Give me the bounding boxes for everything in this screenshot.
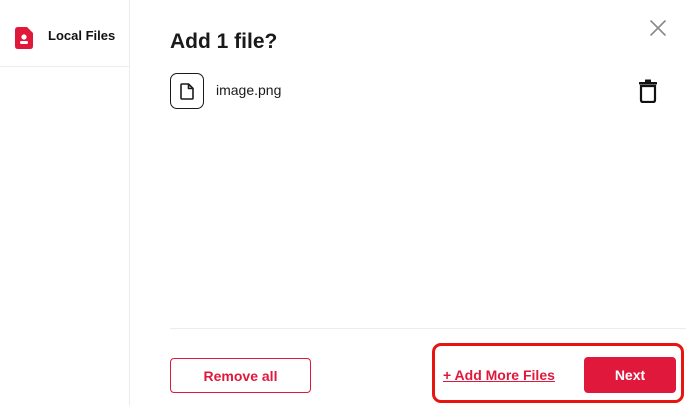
sidebar-item-local-files[interactable]: Local Files: [0, 0, 130, 67]
file-list-item: image.png: [170, 73, 660, 111]
close-icon[interactable]: [648, 18, 668, 38]
footer-divider: [170, 328, 686, 329]
remove-all-button[interactable]: Remove all: [170, 358, 311, 393]
file-icon: [170, 73, 204, 109]
file-name: image.png: [216, 82, 282, 98]
add-more-files-link[interactable]: + Add More Files: [443, 367, 555, 383]
trash-icon[interactable]: [638, 79, 658, 104]
sidebar: Local Files: [0, 0, 130, 406]
dialog-title: Add 1 file?: [170, 30, 278, 53]
sidebar-item-label: Local Files: [48, 28, 116, 43]
local-file-icon: [15, 27, 33, 49]
next-button[interactable]: Next: [584, 357, 676, 393]
file-upload-dialog: Local Files Add 1 file? image.png Remove…: [0, 0, 686, 406]
